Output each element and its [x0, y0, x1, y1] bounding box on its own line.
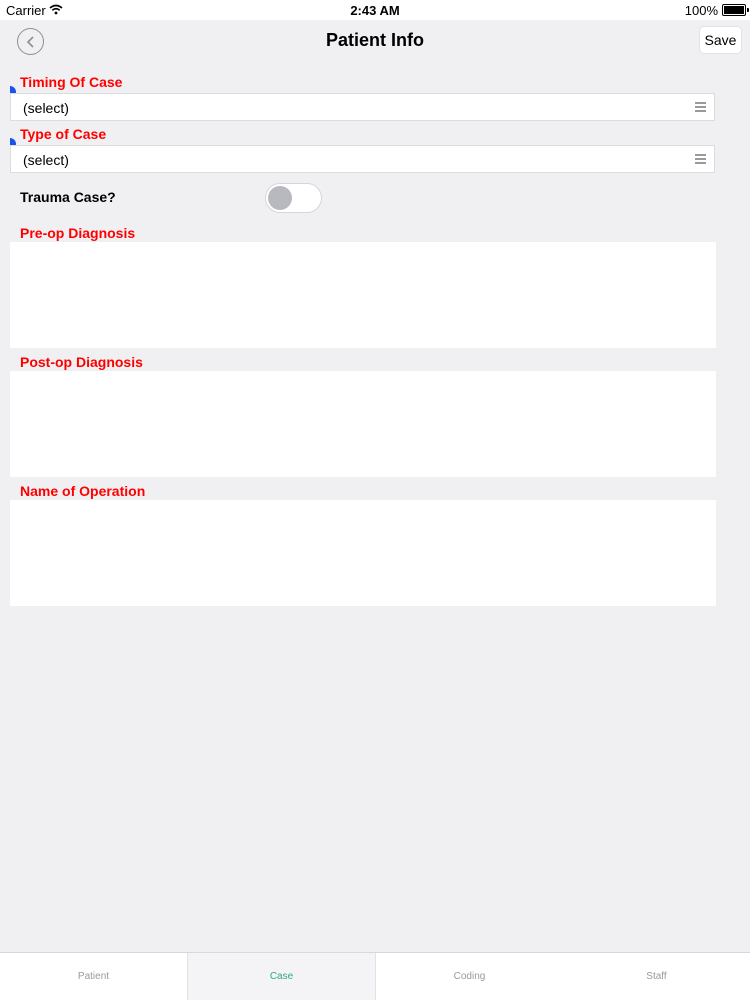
- battery-icon: [722, 4, 749, 16]
- post-op-diagnosis-field[interactable]: [10, 371, 716, 477]
- save-button[interactable]: Save: [699, 26, 742, 54]
- clock: 2:43 AM: [350, 3, 400, 18]
- tab-patient[interactable]: Patient: [0, 953, 187, 1000]
- page-title: Patient Info: [326, 30, 424, 50]
- type-of-case-value: (select): [23, 152, 69, 168]
- timing-of-case-label: Timing Of Case: [20, 74, 123, 90]
- trauma-case-label: Trauma Case?: [20, 189, 116, 205]
- pre-op-diagnosis-label: Pre-op Diagnosis: [20, 225, 136, 241]
- battery-percent: 100%: [684, 3, 718, 18]
- type-of-case-select[interactable]: (select): [10, 145, 715, 173]
- tab-coding[interactable]: Coding: [376, 953, 563, 1000]
- timing-of-case-value: (select): [23, 100, 69, 116]
- timing-of-case-select[interactable]: (select): [10, 93, 715, 121]
- name-of-operation-field[interactable]: [10, 500, 716, 606]
- tab-staff[interactable]: Staff: [563, 953, 750, 1000]
- navigation-bar: Patient Info Save: [0, 20, 750, 64]
- trauma-case-toggle[interactable]: [265, 183, 322, 213]
- list-icon: [695, 102, 706, 112]
- list-icon: [695, 154, 706, 164]
- tab-bar: Patient Case Coding Staff: [0, 952, 750, 1000]
- post-op-diagnosis-label: Post-op Diagnosis: [20, 354, 143, 370]
- name-of-operation-label: Name of Operation: [20, 483, 146, 499]
- tab-case[interactable]: Case: [187, 953, 376, 1000]
- type-of-case-label: Type of Case: [20, 126, 107, 142]
- pre-op-diagnosis-field[interactable]: [10, 242, 716, 348]
- toggle-knob: [268, 186, 292, 210]
- status-bar: Carrier 2:43 AM 100%: [0, 0, 750, 20]
